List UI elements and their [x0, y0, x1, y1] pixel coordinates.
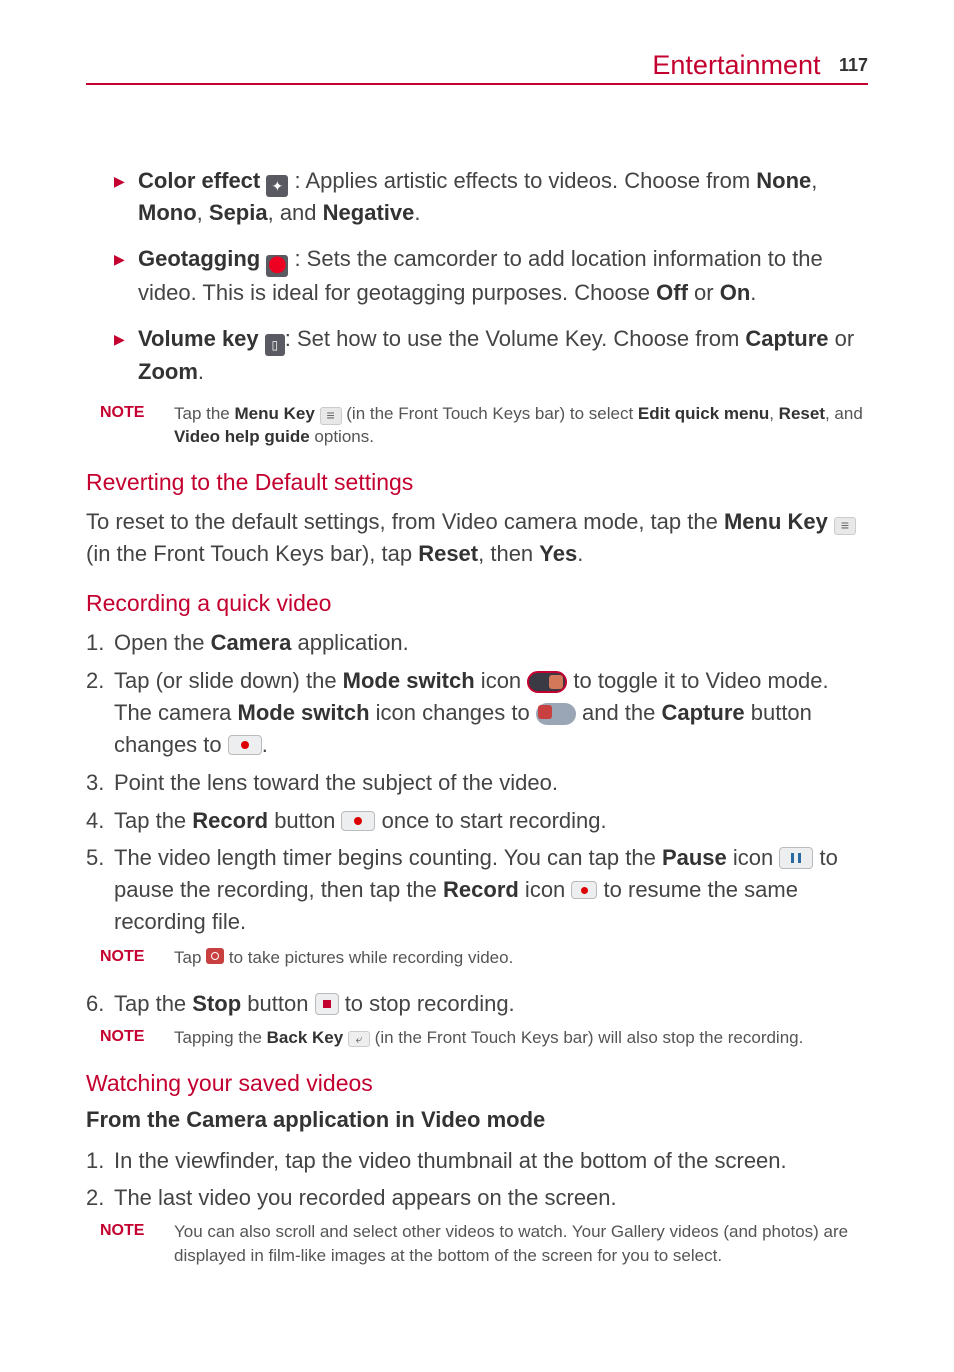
opt: On [720, 280, 751, 305]
opt: Negative [323, 200, 415, 225]
record-icon [571, 881, 597, 899]
note-text: Tap to take pictures while recording vid… [174, 946, 868, 970]
bullet-geotagging: ▶ Geotagging ⬤ : Sets the camcorder to a… [114, 243, 868, 309]
watch-step-1: 1. In the viewfinder, tap the video thum… [86, 1145, 868, 1177]
options-list: ▶ Color effect ✦ : Applies artistic effe… [114, 165, 868, 388]
document-page: Entertainment 117 ▶ Color effect ✦ : App… [0, 0, 954, 1326]
step-6: 6. Tap the Stop button to stop recording… [86, 988, 868, 1020]
note-gallery: NOTE You can also scroll and select othe… [100, 1220, 868, 1268]
camera-small-icon [206, 948, 224, 964]
step-3: 3. Point the lens toward the subject of … [86, 767, 868, 799]
label: Color effect [138, 168, 260, 193]
bullet-arrow-icon: ▶ [114, 171, 125, 191]
record-steps: 1. Open the Camera application. 2. Tap (… [86, 627, 868, 938]
page-header: Entertainment 117 [86, 50, 868, 85]
step-5: 5. The video length timer begins countin… [86, 842, 868, 938]
heading-revert: Reverting to the Default settings [86, 469, 868, 496]
page-number: 117 [839, 55, 868, 75]
label: Geotagging [138, 246, 260, 271]
record-button-icon [341, 811, 375, 831]
watch-steps: 1. In the viewfinder, tap the video thum… [86, 1145, 868, 1215]
opt: None [756, 168, 811, 193]
label: Volume key [138, 326, 259, 351]
bullet-color-effect: ▶ Color effect ✦ : Applies artistic effe… [114, 165, 868, 229]
menu-icon: ≡ [320, 407, 342, 425]
opt: Off [656, 280, 688, 305]
heading-record: Recording a quick video [86, 590, 868, 617]
pause-icon [779, 847, 813, 869]
bullet-arrow-icon: ▶ [114, 329, 125, 349]
watch-step-2: 2. The last video you recorded appears o… [86, 1182, 868, 1214]
volume-icon: ▯ [265, 334, 285, 356]
bullet-arrow-icon: ▶ [114, 249, 125, 269]
back-key-icon: ⤶ [348, 1031, 370, 1047]
heading-watch: Watching your saved videos [86, 1070, 868, 1097]
note-label: NOTE [100, 946, 174, 970]
stop-icon [315, 993, 339, 1015]
text: : Applies artistic effects to videos. Ch… [288, 168, 756, 193]
step-1: 1. Open the Camera application. [86, 627, 868, 659]
section-title: Entertainment [652, 50, 820, 80]
step-2: 2. Tap (or slide down) the Mode switch i… [86, 665, 868, 761]
note-back-key: NOTE Tapping the Back Key ⤶ (in the Fron… [100, 1026, 868, 1050]
opt: Zoom [138, 359, 198, 384]
note-text: You can also scroll and select other vid… [174, 1220, 868, 1268]
note-label: NOTE [100, 1026, 174, 1050]
opt: Capture [745, 326, 828, 351]
pin-icon: ⬤ [266, 255, 288, 277]
opt: Mono [138, 200, 197, 225]
note-take-pictures: NOTE Tap to take pictures while recordin… [100, 946, 868, 970]
revert-paragraph: To reset to the default settings, from V… [86, 506, 868, 570]
text: : Set how to use the Volume Key. Choose … [285, 326, 746, 351]
note-text: Tap the Menu Key ≡ (in the Front Touch K… [174, 402, 868, 450]
note-menu-key: NOTE Tap the Menu Key ≡ (in the Front To… [100, 402, 868, 450]
note-label: NOTE [100, 402, 174, 450]
opt: Sepia [209, 200, 268, 225]
bullet-volume-key: ▶ Volume key ▯: Set how to use the Volum… [114, 323, 868, 388]
palette-icon: ✦ [266, 175, 288, 197]
mode-switch-video-icon [536, 703, 576, 725]
note-text: Tapping the Back Key ⤶ (in the Front Tou… [174, 1026, 868, 1050]
subheading-from-camera: From the Camera application in Video mod… [86, 1107, 868, 1133]
step-4: 4. Tap the Record button once to start r… [86, 805, 868, 837]
record-steps-cont: 6. Tap the Stop button to stop recording… [86, 988, 868, 1020]
capture-record-icon [228, 735, 262, 755]
menu-icon: ≡ [834, 517, 856, 535]
mode-switch-camera-icon [527, 671, 567, 693]
note-label: NOTE [100, 1220, 174, 1268]
